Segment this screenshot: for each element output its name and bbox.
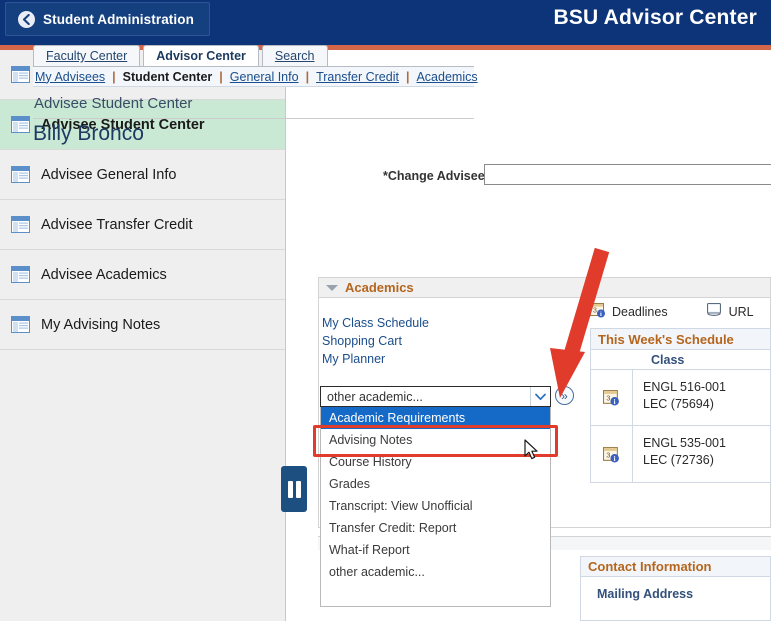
double-chevron-right-icon: » <box>561 388 568 403</box>
window-page-icon <box>11 66 30 83</box>
sidebar-collapse-handle[interactable] <box>281 466 307 512</box>
svg-text:i: i <box>614 455 616 462</box>
svg-text:3: 3 <box>606 450 610 459</box>
pause-bars-icon <box>287 480 293 498</box>
chevron-down-icon[interactable] <box>530 387 550 406</box>
subnav-label: My Advisees <box>35 69 106 84</box>
schedule-panel-title: This Week's Schedule <box>591 329 770 350</box>
dropdown-option-transfer-credit-report[interactable]: Transfer Credit: Report <box>321 517 550 539</box>
dropdown-option-other-academic[interactable]: other academic... <box>321 561 550 583</box>
back-to-student-administration-button[interactable]: Student Administration <box>5 2 210 36</box>
schedule-class-code: ENGL 516-001 <box>643 380 726 394</box>
caret-down-icon[interactable] <box>326 284 338 291</box>
link-my-planner[interactable]: My Planner <box>322 352 385 366</box>
other-academic-select[interactable]: other academic... <box>320 386 551 407</box>
schedule-column-header-row: Class <box>591 350 770 370</box>
sidebar-item-advisee-academics[interactable]: Advisee Academics <box>0 250 285 300</box>
link-shopping-cart[interactable]: Shopping Cart <box>322 334 402 348</box>
window-page-icon <box>11 216 30 233</box>
dropdown-option-transcript-view-unofficial[interactable]: Transcript: View Unofficial <box>321 495 550 517</box>
schedule-class-section: LEC (72736) <box>643 452 714 467</box>
page-title: BSU Advisor Center <box>553 6 757 29</box>
subnav-separator: | <box>405 69 410 84</box>
page-subtitle: Advisee Student Center <box>34 95 193 112</box>
url-link-icon <box>706 302 723 321</box>
calendar-info-icon: 3i <box>591 370 633 425</box>
tab-label: Advisor Center <box>156 49 246 63</box>
academics-section-header: Academics <box>318 277 771 298</box>
subnav-label: Student Center <box>122 69 213 84</box>
window-page-icon <box>11 116 30 133</box>
sidebar-item-label: Advisee Academics <box>41 266 167 283</box>
contact-information-header: Contact Information <box>580 556 771 577</box>
chevron-left-icon <box>18 10 35 28</box>
change-advisee-label: *Change Advisee <box>383 169 485 183</box>
subnav-item-student-center[interactable]: Student Center <box>123 70 213 84</box>
academics-icon-row: 3i Deadlines URL <box>590 302 754 321</box>
svg-text:i: i <box>600 311 602 318</box>
tab-search[interactable]: Search <box>261 45 328 66</box>
window-page-icon <box>11 166 30 183</box>
sidebar-item-my-advising-notes[interactable]: My Advising Notes <box>0 300 285 350</box>
dropdown-option-advising-notes[interactable]: Advising Notes <box>321 429 550 451</box>
table-row[interactable]: 3i ENGL 516-001 LEC (75694) <box>591 370 770 426</box>
svg-text:3: 3 <box>606 393 610 402</box>
subnav-label: General Info <box>229 69 299 84</box>
subnav-item-academics[interactable]: Academics <box>416 70 477 84</box>
calendar-info-icon: 3i <box>591 426 633 482</box>
pause-bars-icon <box>295 480 301 498</box>
sidebar-item-advisee-general-info[interactable]: Advisee General Info <box>0 150 285 200</box>
svg-text:i: i <box>614 399 616 406</box>
deadlines-label: Deadlines <box>612 304 668 319</box>
subnav-label: Transfer Credit <box>316 69 399 84</box>
tab-label: Search <box>274 49 315 63</box>
tab-advisor-center[interactable]: Advisor Center <box>143 45 259 66</box>
schedule-class-cell: ENGL 516-001 LEC (75694) <box>633 370 726 425</box>
dropdown-option-course-history[interactable]: Course History <box>321 451 550 473</box>
url-label: URL <box>728 304 754 319</box>
schedule-class-code: ENGL 535-001 <box>643 436 726 450</box>
select-selected-value: other academic... <box>327 389 423 404</box>
svg-text:3: 3 <box>593 308 597 315</box>
dropdown-option-what-if-report[interactable]: What-if Report <box>321 539 550 561</box>
tab-faculty-center[interactable]: Faculty Center <box>33 45 141 66</box>
schedule-class-section: LEC (75694) <box>643 396 714 411</box>
schedule-class-cell: ENGL 535-001 LEC (72736) <box>633 426 726 482</box>
deadlines-link[interactable]: 3i Deadlines <box>590 302 668 321</box>
schedule-class-column-header: Class <box>651 352 685 367</box>
link-my-class-schedule[interactable]: My Class Schedule <box>322 316 429 330</box>
sidebar-item-label: My Advising Notes <box>41 316 161 333</box>
url-link[interactable]: URL <box>706 302 754 321</box>
subnav-item-transfer-credit[interactable]: Transfer Credit <box>316 70 399 84</box>
change-advisee-input[interactable] <box>484 164 771 185</box>
sidebar-item-label: Advisee General Info <box>41 166 177 183</box>
mailing-address-label: Mailing Address <box>597 587 694 601</box>
sidebar-item-label: Advisee Transfer Credit <box>41 216 193 233</box>
subnav-separator: | <box>305 69 310 84</box>
mouse-cursor <box>524 439 540 466</box>
table-row[interactable]: 3i ENGL 535-001 LEC (72736) <box>591 426 770 482</box>
tab-label: Faculty Center <box>46 49 128 63</box>
subnav-item-my-advisees[interactable]: My Advisees <box>35 70 105 84</box>
go-button[interactable]: » <box>555 386 574 405</box>
subnav-label: Academics <box>416 69 478 84</box>
this-weeks-schedule-panel: This Week's Schedule Class 3i ENGL 516-0… <box>590 328 771 483</box>
main-tab-row: Faculty Center Advisor Center Search <box>33 45 328 66</box>
student-name-heading: Billy Bronco <box>33 122 144 145</box>
dropdown-option-grades[interactable]: Grades <box>321 473 550 495</box>
subnav-separator: | <box>219 69 223 84</box>
window-page-icon <box>11 316 30 333</box>
academics-section-title: Academics <box>345 280 414 295</box>
other-academic-dropdown-list[interactable]: Academic Requirements Advising Notes Cou… <box>320 407 551 607</box>
back-button-label: Student Administration <box>43 11 194 27</box>
dropdown-option-academic-requirements[interactable]: Academic Requirements <box>321 407 550 429</box>
window-page-icon <box>11 266 30 283</box>
subnav-separator: | <box>112 69 116 84</box>
contact-information-body: Mailing Address <box>580 577 771 621</box>
sub-navigation-bar: My Advisees | Student Center | General I… <box>33 67 478 87</box>
subnav-item-general-info[interactable]: General Info <box>230 70 299 84</box>
page-heading-divider <box>33 118 474 119</box>
sidebar-item-advisee-transfer-credit[interactable]: Advisee Transfer Credit <box>0 200 285 250</box>
calendar-info-icon: 3i <box>590 302 606 321</box>
